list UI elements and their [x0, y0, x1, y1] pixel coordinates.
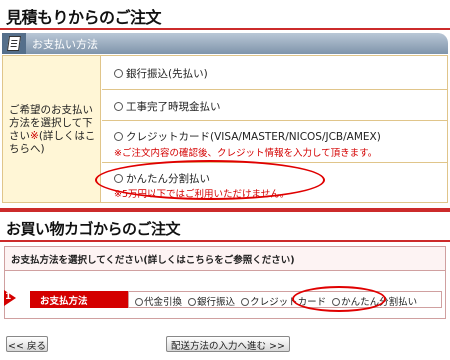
document-icon — [6, 36, 22, 51]
payment-option-cash-on-completion: 工事完了時現金払い — [102, 90, 447, 121]
payment-option-bank-transfer: 銀行振込(先払い) — [102, 56, 447, 90]
highlight-ellipse-installment — [95, 160, 325, 200]
radio-bank-transfer[interactable] — [114, 69, 123, 78]
radio-credit-card[interactable] — [114, 132, 123, 141]
cart-payment-box: お支払方法を選択してください(詳しくはこちらをご参照ください) — [4, 246, 446, 319]
option-label-row[interactable]: クレジットカード(VISA/MASTER/NICOS/JCB/AMEX) — [114, 129, 381, 144]
section1-rule — [0, 28, 450, 30]
payment-instruction-mark: ※ — [30, 130, 39, 142]
cart-payment-row-label: お支払方法 — [30, 291, 128, 308]
option-label-row[interactable]: 工事完了時現金払い — [114, 99, 221, 114]
section1-title: 見積もりからのご注文 — [6, 8, 162, 27]
radio-cart-cod[interactable] — [135, 298, 143, 306]
payment-instruction-text: ご希望のお支払い方法を選択して下さい※(詳しくはこちらへ) — [9, 104, 99, 156]
payment-instruction-cell: ご希望のお支払い方法を選択して下さい※(詳しくはこちらへ) — [3, 56, 101, 202]
payment-method-header-bar: お支払い方法 — [2, 33, 448, 54]
radio-cart-bank[interactable] — [188, 298, 197, 306]
credit-card-note: ※ご注文内容の確認後、クレジット情報を入力して頂きます。 — [114, 148, 378, 159]
radio-cart-credit[interactable] — [241, 298, 250, 306]
section2-rule — [0, 240, 450, 242]
back-button[interactable]: << 戻る — [6, 336, 48, 352]
highlight-ellipse-cart-installment — [292, 286, 386, 312]
cart-payment-options: 代金引換 銀行振込 クレジットカード かんたん分割払い — [128, 291, 442, 308]
cart-option-label: 代金引換 — [144, 297, 183, 308]
cart-option-bank[interactable]: 銀行振込 — [188, 297, 235, 308]
cart-option-cod[interactable]: 代金引換 — [135, 297, 182, 308]
header-bar-tab — [2, 33, 26, 54]
step-number: 1 — [5, 292, 12, 302]
payment-option-credit-card: クレジットカード(VISA/MASTER/NICOS/JCB/AMEX) ※ご注… — [102, 121, 447, 163]
option-label-bank-transfer: 銀行振込(先払い) — [126, 68, 208, 80]
option-label-cash-on-completion: 工事完了時現金払い — [126, 101, 221, 113]
radio-cash-on-completion[interactable] — [114, 102, 123, 111]
cart-option-label: 銀行振込 — [197, 297, 236, 308]
cart-payment-instruction[interactable]: お支払方法を選択してください(詳しくはこちらをご参照ください) — [11, 252, 295, 266]
section-divider — [0, 208, 450, 212]
option-label-credit-card: クレジットカード(VISA/MASTER/NICOS/JCB/AMEX) — [126, 131, 381, 143]
next-shipping-button[interactable]: 配送方法の入力へ進む >> — [166, 336, 290, 352]
header-bar-label: お支払い方法 — [32, 38, 98, 51]
section2-title: お買い物カゴからのご注文 — [6, 220, 181, 238]
option-label-row[interactable]: 銀行振込(先払い) — [114, 66, 208, 81]
